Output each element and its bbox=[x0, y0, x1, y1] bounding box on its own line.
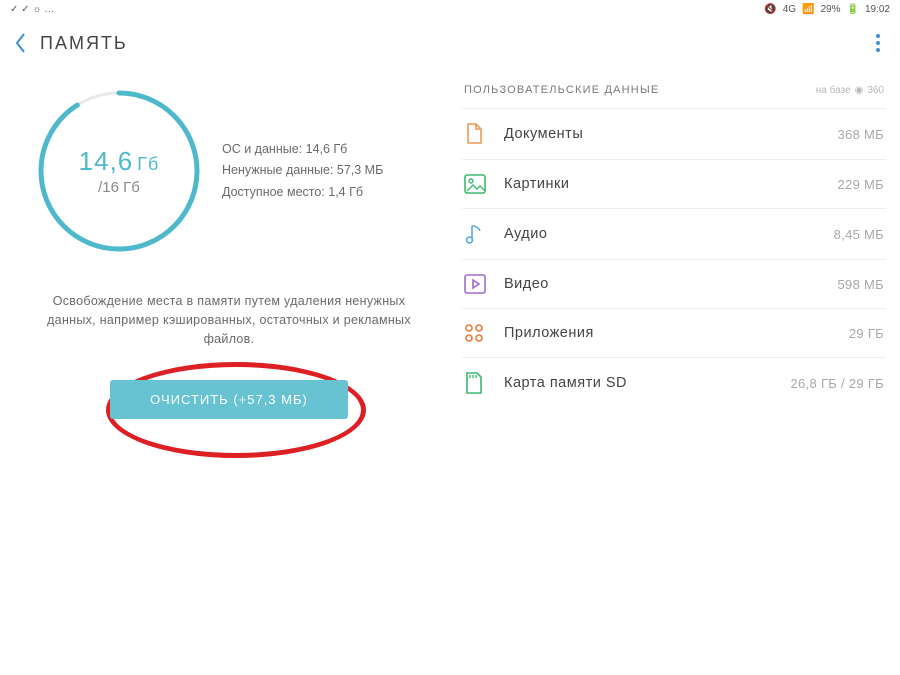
user-data-panel: ПОЛЬЗОВАТЕЛЬСКИЕ ДАННЫЕ на базе ◉ 360 До… bbox=[454, 78, 886, 470]
brand-prefix: на базе bbox=[816, 85, 851, 96]
category-value: 598 МБ bbox=[838, 277, 884, 292]
clean-button[interactable]: ОЧИСТИТЬ (+57,3 МБ) bbox=[110, 380, 348, 419]
category-value: 229 МБ bbox=[838, 177, 884, 192]
category-audio[interactable]: Аудио 8,45 МБ bbox=[462, 208, 886, 259]
page-title: ПАМЯТЬ bbox=[40, 33, 128, 54]
status-bar: ✓ ✓ ☼ … 🔇 4G 📶 29% 🔋 19:02 bbox=[0, 0, 900, 18]
network-icon: 4G bbox=[783, 4, 796, 15]
gauge-used-unit: Гб bbox=[137, 154, 159, 174]
powered-by: на базе ◉ 360 bbox=[816, 85, 884, 96]
image-icon bbox=[464, 174, 504, 194]
clean-description: Освобождение места в памяти путем удален… bbox=[14, 292, 444, 348]
category-value: 26,8 ГБ / 29 ГБ bbox=[791, 376, 884, 391]
signal-icon: 📶 bbox=[802, 4, 814, 15]
status-right: 🔇 4G 📶 29% 🔋 19:02 bbox=[764, 4, 890, 15]
battery-pct: 29% bbox=[821, 4, 841, 15]
brand-logo-icon: ◉ bbox=[855, 85, 864, 96]
storage-summary-panel: 14,6Гб /16 Гб ОС и данные: 14,6 Гб Ненуж… bbox=[14, 78, 454, 470]
stat-os-data: ОС и данные: 14,6 Гб bbox=[222, 139, 383, 160]
status-left: ✓ ✓ ☼ … bbox=[10, 4, 54, 15]
back-icon[interactable] bbox=[14, 32, 26, 54]
category-label: Аудио bbox=[504, 226, 834, 242]
category-label: Видео bbox=[504, 276, 838, 292]
category-label: Приложения bbox=[504, 325, 849, 341]
stat-junk-data: Ненужные данные: 57,3 МБ bbox=[222, 160, 383, 181]
category-label: Картинки bbox=[504, 176, 838, 192]
video-icon bbox=[464, 274, 504, 294]
apps-icon bbox=[464, 323, 504, 343]
category-label: Документы bbox=[504, 126, 838, 142]
category-value: 368 МБ bbox=[838, 127, 884, 142]
mute-icon: 🔇 bbox=[764, 4, 776, 15]
clock: 19:02 bbox=[865, 4, 890, 15]
audio-icon bbox=[464, 223, 504, 245]
user-data-heading: ПОЛЬЗОВАТЕЛЬСКИЕ ДАННЫЕ bbox=[464, 84, 659, 96]
gauge-used-value: 14,6 bbox=[79, 146, 134, 176]
title-bar: ПАМЯТЬ bbox=[0, 18, 900, 68]
category-documents[interactable]: Документы 368 МБ bbox=[462, 108, 886, 159]
gauge-total: /16 Гб bbox=[98, 179, 140, 196]
stat-free-space: Доступное место: 1,4 Гб bbox=[222, 182, 383, 203]
category-value: 8,45 МБ bbox=[834, 227, 884, 242]
brand-name: 360 bbox=[867, 85, 884, 96]
gauge-used: 14,6Гб bbox=[79, 146, 160, 177]
category-value: 29 ГБ bbox=[849, 326, 884, 341]
category-label: Карта памяти SD bbox=[504, 375, 791, 391]
storage-stats: ОС и данные: 14,6 Гб Ненужные данные: 57… bbox=[222, 139, 383, 203]
category-video[interactable]: Видео 598 МБ bbox=[462, 259, 886, 308]
category-apps[interactable]: Приложения 29 ГБ bbox=[462, 308, 886, 357]
storage-gauge: 14,6Гб /16 Гб bbox=[34, 86, 204, 256]
category-pictures[interactable]: Картинки 229 МБ bbox=[462, 159, 886, 208]
document-icon bbox=[464, 123, 504, 145]
category-sd-card[interactable]: Карта памяти SD 26,8 ГБ / 29 ГБ bbox=[462, 357, 886, 408]
battery-icon: 🔋 bbox=[847, 4, 859, 15]
sd-card-icon bbox=[464, 372, 504, 394]
more-menu-icon[interactable] bbox=[870, 28, 886, 58]
